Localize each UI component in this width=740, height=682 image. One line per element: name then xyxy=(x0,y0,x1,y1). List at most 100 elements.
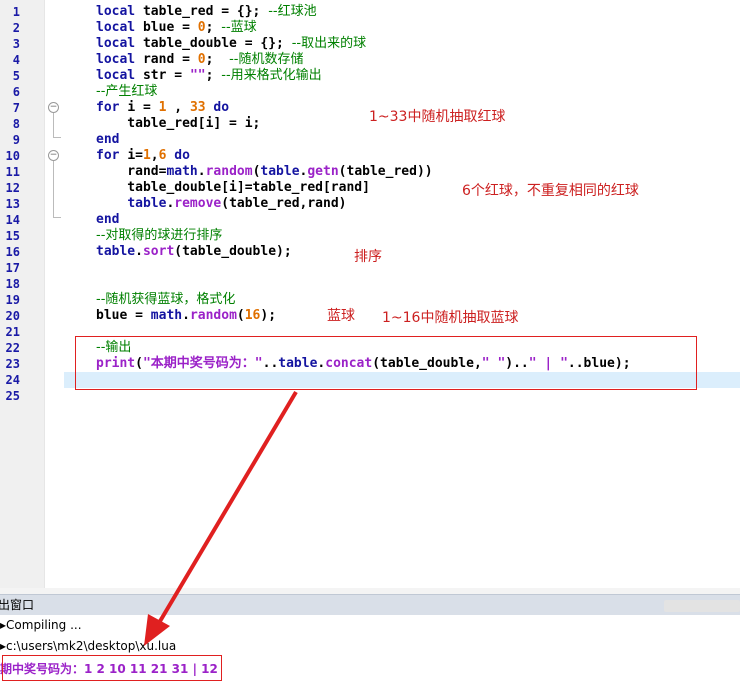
code-line[interactable]: table.sort(table_double); xyxy=(96,244,292,260)
code-token: table xyxy=(127,196,167,211)
fold-guide xyxy=(53,113,54,137)
code-token: rand = xyxy=(142,52,198,67)
line-number: 11 xyxy=(5,165,20,179)
line-number: 20 xyxy=(5,309,20,323)
annotation-red-range: 1~33中随机抽取红球 xyxy=(369,109,506,125)
code-line[interactable]: --对取得的球进行排序 xyxy=(96,228,222,244)
fold-guide xyxy=(53,161,54,217)
code-token: for xyxy=(96,148,128,163)
line-number: 25 xyxy=(5,389,20,403)
code-token: blue = xyxy=(142,20,198,35)
code-token: math xyxy=(150,308,183,323)
line-number: 1 xyxy=(12,5,20,19)
line-number: 10 xyxy=(5,149,20,163)
code-token: ; xyxy=(205,20,222,35)
annotation-blue-range: 1~16中随机抽取蓝球 xyxy=(382,310,519,326)
code-token: (table_red)) xyxy=(338,164,433,179)
code-line[interactable]: table.remove(table_red,rand) xyxy=(96,196,346,212)
code-token: 33 xyxy=(189,100,206,115)
line-number: 17 xyxy=(5,261,20,275)
line-number: 22 xyxy=(5,341,20,355)
code-line[interactable]: blue = math.random(16); xyxy=(96,308,276,324)
code-token: table xyxy=(260,164,300,179)
code-token: --随机获得蓝球，格式化 xyxy=(96,292,236,307)
code-line[interactable]: table_double[i]=table_red[rand] xyxy=(96,180,370,196)
highlight-box-result xyxy=(2,655,222,681)
code-line[interactable]: end xyxy=(96,132,119,148)
output-line: ▸Compiling ... xyxy=(0,618,82,632)
code-token: --对取得的球进行排序 xyxy=(96,228,223,243)
fold-toggle-icon[interactable]: − xyxy=(48,102,59,113)
code-token: , xyxy=(166,100,190,115)
annotation-unique-red: 6个红球，不重复相同的红球 xyxy=(462,183,639,199)
code-token: --蓝球 xyxy=(221,20,257,35)
code-token: random xyxy=(189,308,237,323)
line-number: 13 xyxy=(5,197,20,211)
fold-toggle-icon[interactable]: − xyxy=(48,150,59,161)
line-number: 24 xyxy=(5,373,20,387)
code-token: local xyxy=(96,52,143,67)
code-token: for xyxy=(96,100,128,115)
line-number: 18 xyxy=(5,277,20,291)
code-token: table_double = {}; xyxy=(142,36,292,51)
code-token: local xyxy=(96,68,143,83)
code-token: table_red = {}; xyxy=(142,4,269,19)
code-token: ( xyxy=(236,308,245,323)
line-number: 9 xyxy=(12,133,20,147)
line-number: 4 xyxy=(12,53,20,67)
code-token: table_double[i]=table_red[rand] xyxy=(96,180,370,195)
code-line[interactable]: local rand = 0; --随机数存储 xyxy=(96,52,303,68)
scrollbar-thumb[interactable] xyxy=(664,600,740,612)
code-line[interactable]: local blue = 0; --蓝球 xyxy=(96,20,257,36)
line-number: 7 xyxy=(12,101,20,115)
fold-guide-end xyxy=(53,217,61,218)
code-line[interactable]: rand=math.random(table.getn(table_red)) xyxy=(96,164,433,180)
code-token: --红球池 xyxy=(268,4,317,19)
code-line[interactable]: local str = ""; --用来格式化输出 xyxy=(96,68,322,84)
line-number: 16 xyxy=(5,245,20,259)
code-token: do xyxy=(205,100,230,115)
code-token: . xyxy=(135,244,143,259)
code-line[interactable]: for i=1,6 do xyxy=(96,148,190,164)
line-number: 3 xyxy=(12,37,20,51)
code-token: random xyxy=(205,164,253,179)
code-token: 0 xyxy=(197,20,206,35)
code-token: ; xyxy=(205,52,230,67)
code-line[interactable]: table_red[i] = i; xyxy=(96,116,260,132)
code-line[interactable]: local table_red = {}; --红球池 xyxy=(96,4,317,20)
annotation-blue: 蓝球 xyxy=(327,308,355,324)
code-token: remove xyxy=(174,196,222,211)
code-token: "" xyxy=(189,68,206,83)
highlight-box-print xyxy=(75,336,697,390)
code-token: i= xyxy=(127,148,143,163)
code-token: getn xyxy=(307,164,339,179)
code-token: (table_red,rand) xyxy=(221,196,347,211)
code-token: --随机数存储 xyxy=(229,52,304,67)
code-line[interactable]: local table_double = {}; --取出来的球 xyxy=(96,36,366,52)
output-line: ▸c:\users\mk2\desktop\xu.lua xyxy=(0,639,177,653)
code-token: sort xyxy=(142,244,175,259)
code-line[interactable]: end xyxy=(96,212,119,228)
code-token: i = xyxy=(127,100,159,115)
code-line[interactable]: --产生红球 xyxy=(96,84,157,100)
code-token: math xyxy=(166,164,198,179)
line-number: 6 xyxy=(12,85,20,99)
code-token: rand= xyxy=(96,164,167,179)
code-token: . xyxy=(197,164,206,179)
code-token: end xyxy=(96,212,120,227)
code-token: ; xyxy=(205,68,222,83)
line-number: 21 xyxy=(5,325,20,339)
code-token: str = xyxy=(142,68,190,83)
code-token: table_red[i] = i; xyxy=(96,116,261,131)
code-token: (table_double); xyxy=(174,244,292,259)
code-token: . xyxy=(182,308,190,323)
code-token: --产生红球 xyxy=(96,84,158,99)
code-token: 1 xyxy=(142,148,151,163)
annotation-sort: 排序 xyxy=(354,249,382,265)
code-line[interactable]: --随机获得蓝球，格式化 xyxy=(96,292,235,308)
code-token: do xyxy=(166,148,190,163)
line-number: 23 xyxy=(5,357,20,371)
code-line[interactable]: for i = 1 , 33 do xyxy=(96,100,229,116)
code-token: local xyxy=(96,20,143,35)
